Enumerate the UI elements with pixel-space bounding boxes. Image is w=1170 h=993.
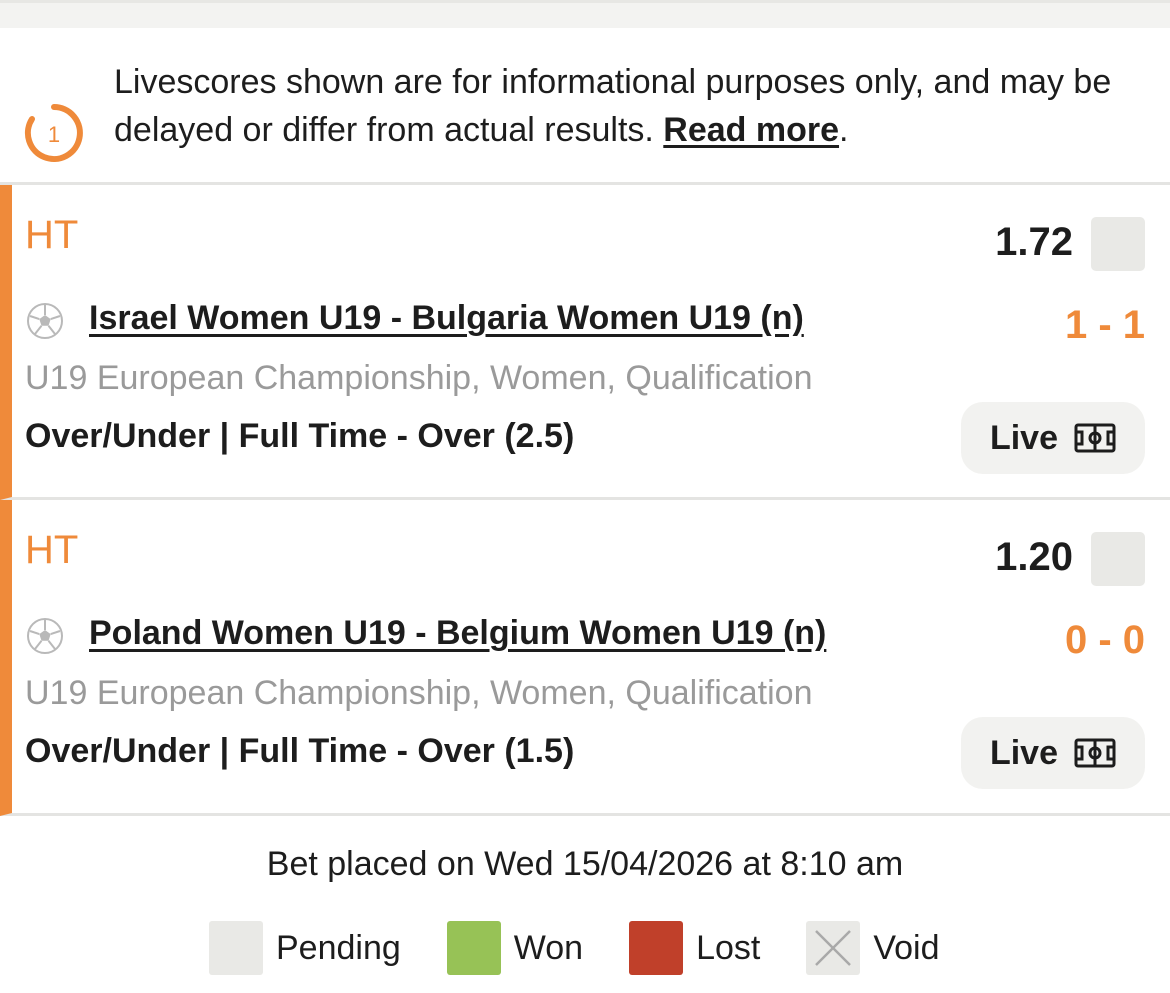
read-more-link[interactable]: Read more	[663, 111, 839, 149]
odds-value: 1.72	[995, 220, 1073, 264]
legend-swatch	[806, 921, 861, 975]
legend-lost: Lost	[629, 921, 760, 975]
notice-body: Livescores shown are for informational p…	[114, 63, 1112, 149]
market-selection: Over/Under | Full Time - Over (1.5)	[25, 732, 575, 770]
cross-icon	[815, 930, 852, 966]
live-button[interactable]: Live	[961, 402, 1145, 474]
soccer-ball-icon	[27, 618, 63, 654]
notice-suffix: .	[839, 111, 849, 149]
notice-text: Livescores shown are for informational p…	[114, 58, 1134, 154]
legend-label: Lost	[696, 928, 761, 967]
legend-pending: Pending	[209, 921, 401, 975]
legend-swatch	[446, 921, 501, 975]
match-status: HT	[25, 213, 79, 257]
live-score: 1 - 1	[1064, 303, 1145, 347]
status-legend: Pending Won Lost Void	[209, 921, 940, 975]
countdown-circle-icon: 1	[24, 104, 83, 162]
legend-swatch	[209, 921, 263, 975]
legend-label: Won	[513, 928, 584, 967]
legend-swatch	[629, 921, 684, 975]
legend-label: Void	[873, 928, 940, 967]
notice-icon-number: 1	[48, 122, 60, 147]
competition-name: U19 European Championship, Women, Qualif…	[25, 674, 813, 712]
pending-status-box	[1091, 532, 1145, 586]
odds-value: 1.20	[995, 535, 1073, 579]
livescore-notice: 1 Livescores shown are for informational…	[0, 28, 1170, 185]
match-link[interactable]: Poland Women U19 - Belgium Women U19 (n)	[89, 614, 826, 653]
top-strip	[0, 0, 1170, 28]
football-pitch-icon	[1074, 738, 1116, 768]
legend-label: Pending	[276, 928, 401, 967]
competition-name: U19 European Championship, Women, Qualif…	[25, 359, 813, 397]
match-status: HT	[25, 528, 79, 572]
live-label: Live	[989, 733, 1059, 772]
bet-placed-timestamp: Bet placed on Wed 15/04/2026 at 8:10 am	[266, 845, 904, 883]
bet-selection: HT 1.20 Poland Women U19 - Belgium Women…	[0, 500, 1170, 816]
legend-void: Void	[806, 921, 940, 975]
live-label: Live	[989, 418, 1059, 457]
live-button[interactable]: Live	[961, 717, 1145, 789]
live-score: 0 - 0	[1064, 618, 1145, 662]
match-link[interactable]: Israel Women U19 - Bulgaria Women U19 (n…	[89, 299, 804, 338]
bet-selection: HT 1.72 Israel Women U19 - Bulgaria Wome…	[0, 185, 1170, 500]
legend-won: Won	[446, 921, 584, 975]
pending-status-box	[1091, 217, 1145, 271]
market-selection: Over/Under | Full Time - Over (2.5)	[25, 417, 575, 455]
football-pitch-icon	[1074, 423, 1116, 453]
soccer-ball-icon	[27, 303, 63, 339]
